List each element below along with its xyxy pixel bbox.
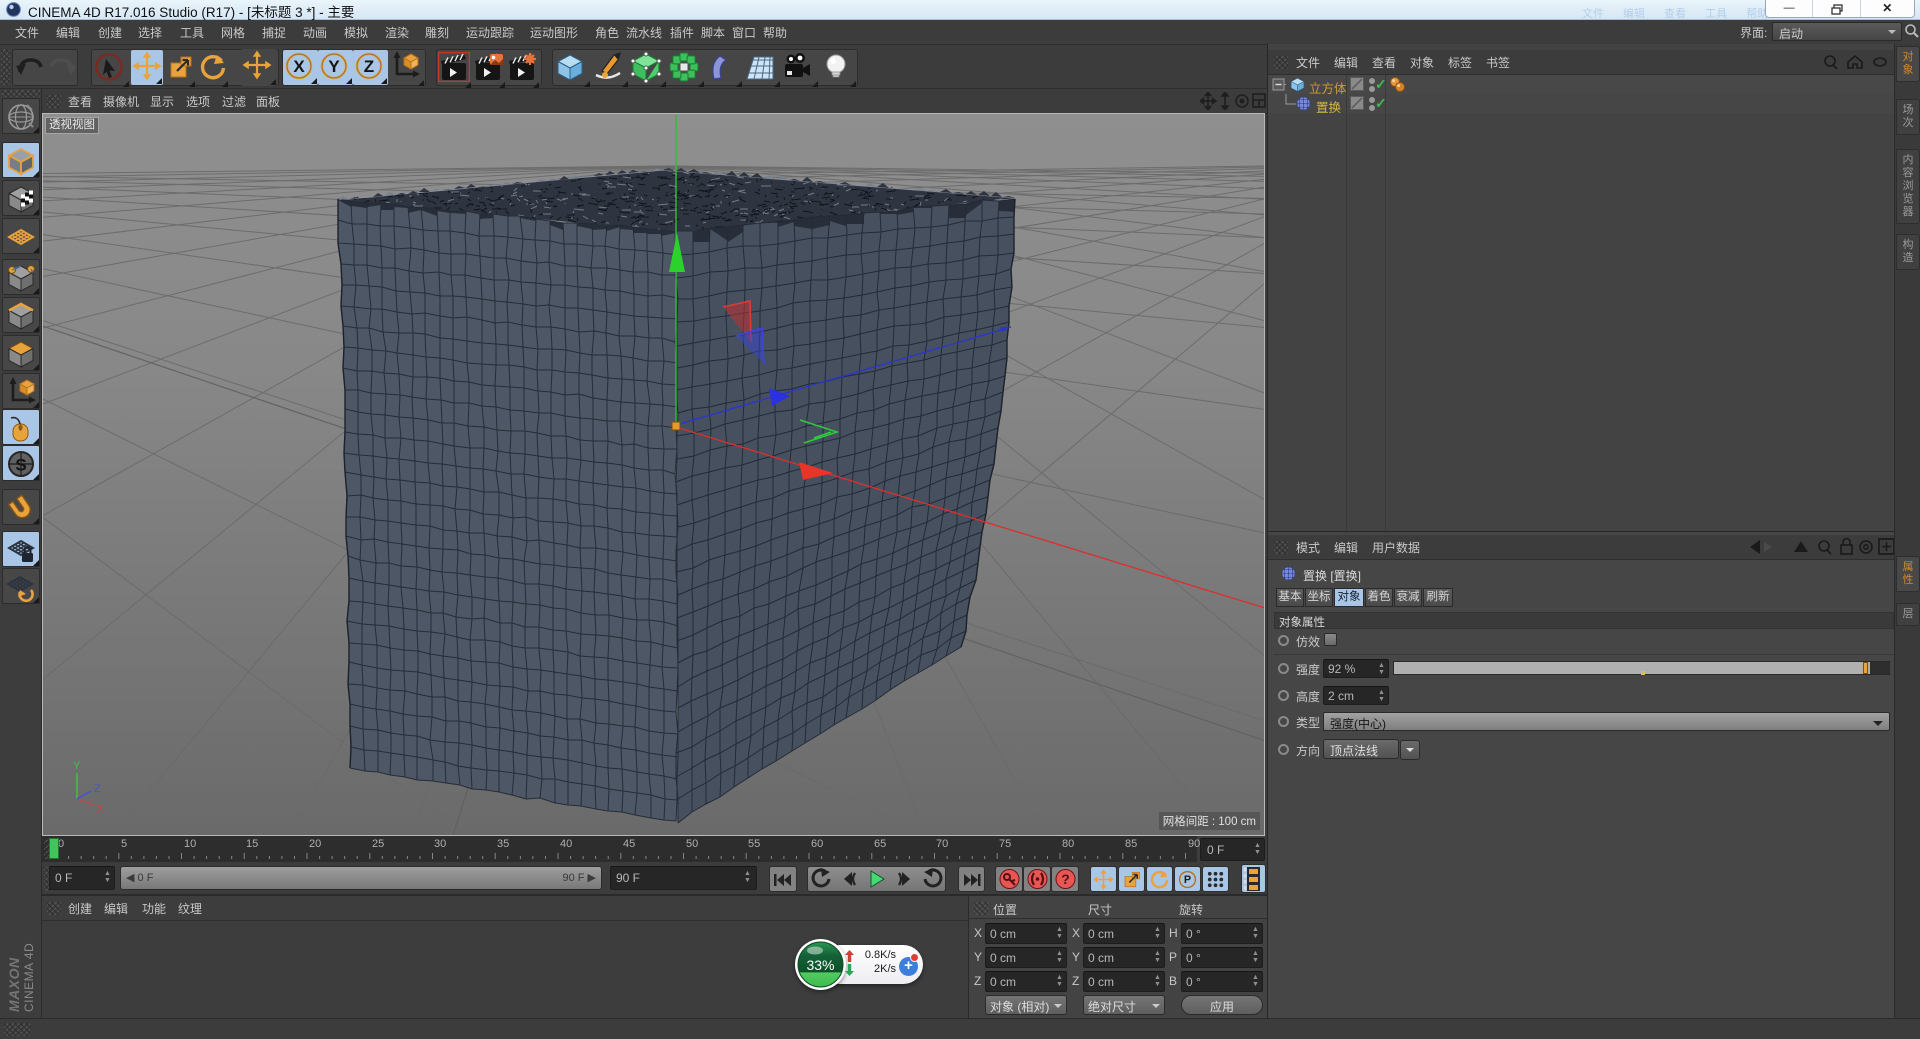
svg-text:Y: Y xyxy=(73,760,81,772)
svg-text:X: X xyxy=(293,57,305,76)
svg-text:Z: Z xyxy=(364,57,374,76)
svg-text:33%: 33% xyxy=(806,957,834,973)
svg-text:Z: Z xyxy=(94,783,101,795)
svg-text:?: ? xyxy=(1061,871,1070,887)
svg-text:S: S xyxy=(15,456,26,475)
svg-text:Y: Y xyxy=(328,57,340,76)
svg-text:X: X xyxy=(96,803,104,815)
svg-text:P: P xyxy=(1184,874,1191,886)
